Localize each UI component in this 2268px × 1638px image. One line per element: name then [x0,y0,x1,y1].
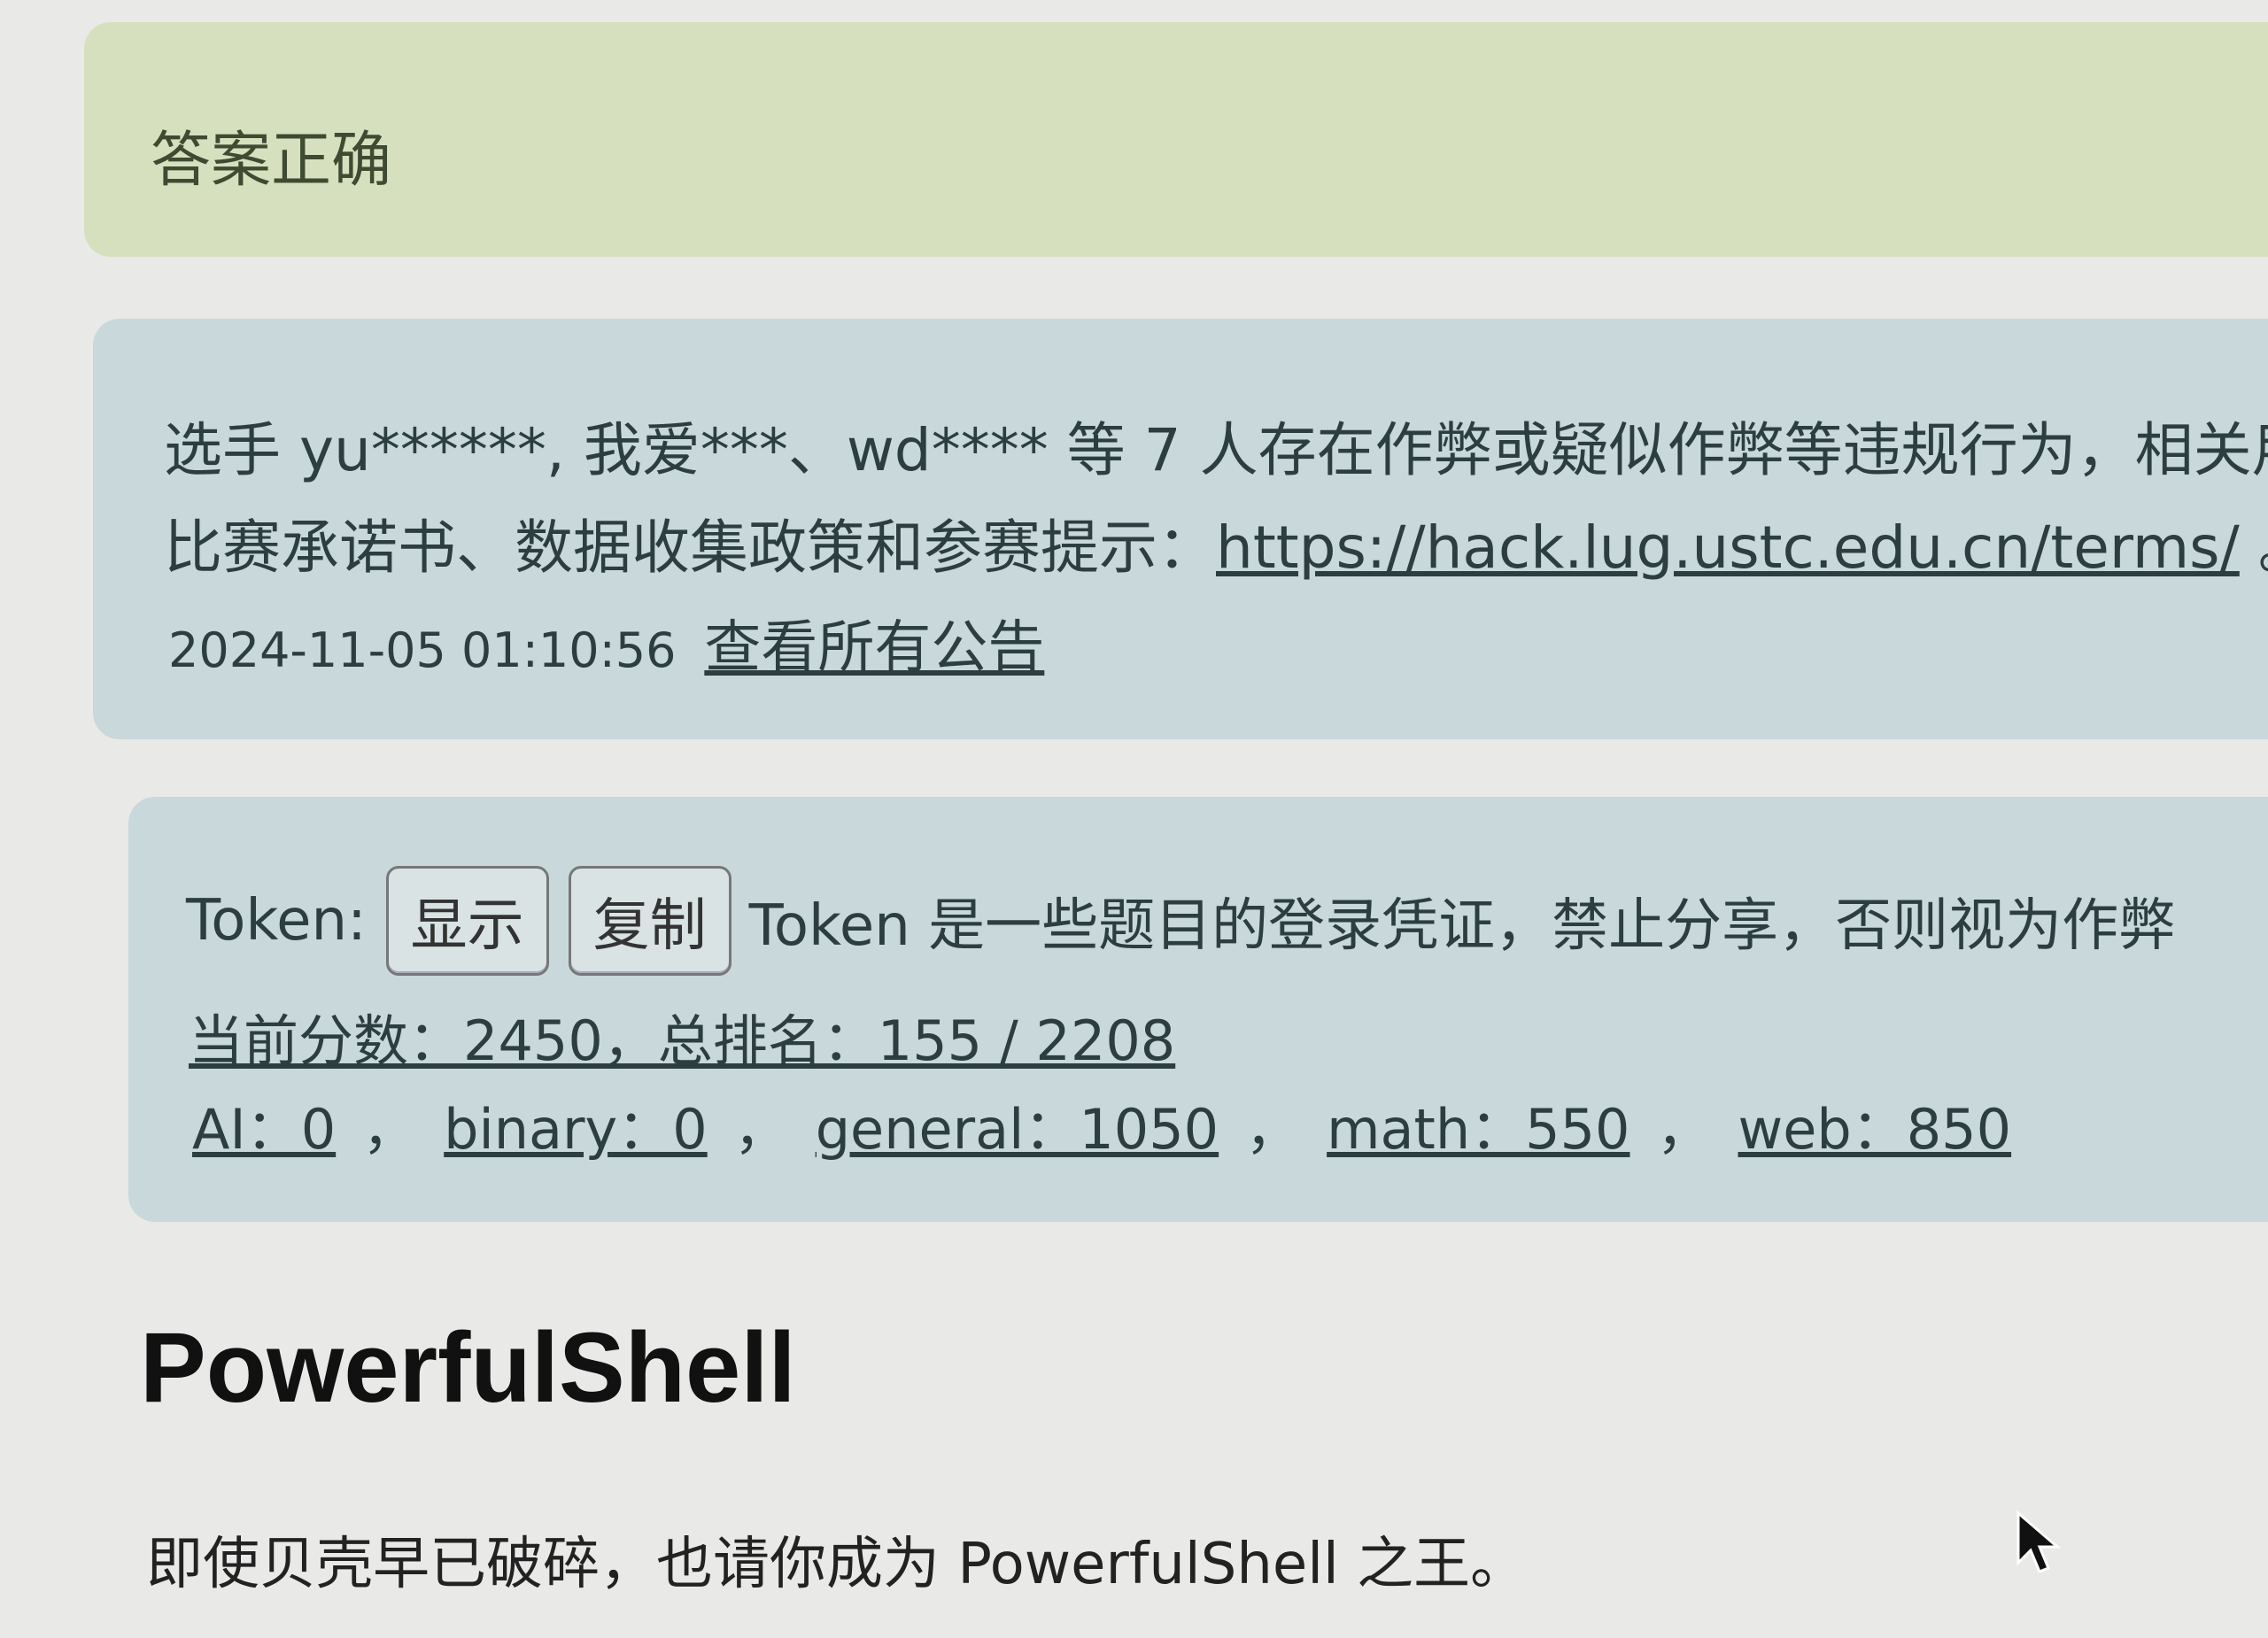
category-ai-link[interactable]: AI：0 [192,1097,336,1162]
separator: ， [362,1097,418,1162]
token-panel: Token: 显示 复制 Token 是一些题目的登录凭证，禁止分享，否则视为作… [128,797,2268,1222]
announcement-date: 2024-11-05 01:10:56 [168,622,677,678]
terms-link[interactable]: https://hack.lug.ustc.edu.cn/terms/ [1216,514,2240,582]
category-binary-link[interactable]: binary：0 [444,1097,708,1162]
separator: ， [733,1097,789,1162]
terms-suffix: 。 [2240,514,2268,582]
category-math-link[interactable]: math：550 [1327,1097,1629,1162]
announcement-terms-line: 比赛承诺书、数据收集政策和参赛提示：https://hack.lug.ustc.… [164,500,2268,585]
terms-prefix: 比赛承诺书、数据收集政策和参赛提示： [164,514,1216,582]
copy-token-button[interactable]: 复制 [568,866,731,976]
token-row: Token: 显示 复制 Token 是一些题目的登录凭证，禁止分享，否则视为作… [186,863,2175,978]
page: 答案正确 选手 yu******, 我爱***、wd**** 等 7 人存在作弊… [0,0,2268,1638]
separator: ， [1656,1097,1712,1162]
token-label: Token: [186,888,367,954]
success-message: 答案正确 [151,126,392,196]
separator: ， [1245,1097,1301,1162]
show-token-button[interactable]: 显示 [385,866,549,976]
score-summary-link[interactable]: 当前分数：2450，总排名：155 / 2208 [189,1008,1175,1073]
challenge-description: 即使贝壳早已破碎，也请你成为 PowerfulShell 之王。 [146,1532,1528,1597]
mouse-pointer-icon [2016,1510,2062,1573]
category-general-link[interactable]: general：1050 [816,1097,1219,1162]
success-alert: 答案正确 [84,22,2268,257]
score-summary-row: 当前分数：2450，总排名：155 / 2208 [189,996,1175,1076]
challenge-title: PowerfulShell [140,1312,796,1423]
category-web-link[interactable]: web：850 [1738,1097,2012,1162]
all-announcements-link[interactable]: 查看所有公告 [704,615,1044,681]
category-scores: AI：0 ， binary：0 ， general：1050 ， math：550 ， web：… [192,1085,2011,1164]
announcement-box: 选手 yu******, 我爱***、wd**** 等 7 人存在作弊或疑似作弊… [93,319,2268,739]
announcement-meta: 2024-11-05 01:10:56 查看所有公告 [168,602,1044,684]
announcement-text: 选手 yu******, 我爱***、wd**** 等 7 人存在作弊或疑似作弊… [164,416,2268,484]
token-hint: Token 是一些题目的登录凭证，禁止分享，否则视为作弊 [748,893,2176,959]
